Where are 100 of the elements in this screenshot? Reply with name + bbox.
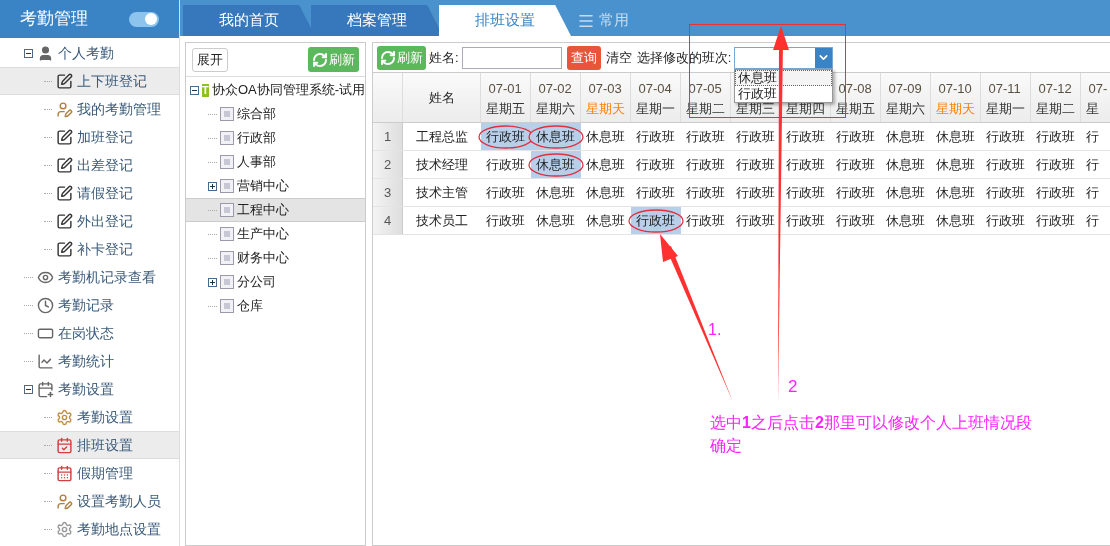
menu-item[interactable]: 考勤记录 (0, 291, 179, 319)
table-cell[interactable]: 行政班 (481, 207, 531, 234)
table-cell[interactable]: 行政班 (781, 123, 831, 150)
table-cell[interactable]: 休息班 (581, 179, 631, 206)
tree-item[interactable]: 营销中心 (186, 174, 365, 198)
search-button[interactable]: 查询 (566, 45, 601, 70)
table-cell[interactable]: 行政班 (481, 179, 531, 206)
collapse-toggle[interactable] (24, 48, 33, 58)
weekday-header: 星期六 (535, 101, 575, 116)
table-cell[interactable]: 行政班 (631, 151, 681, 178)
menu-item[interactable]: 在岗状态 (0, 319, 179, 347)
table-cell[interactable]: 休息班 (531, 207, 581, 234)
menu-item[interactable]: 考勤统计 (0, 347, 179, 375)
toggle-switch[interactable] (129, 11, 159, 27)
menu-item[interactable]: 请假登记 (0, 179, 179, 207)
table-cell[interactable]: 行政班 (1031, 123, 1081, 150)
table-cell[interactable]: 行政班 (981, 151, 1031, 178)
table-cell[interactable]: 行政班 (781, 207, 831, 234)
clear-link[interactable]: 清空 (605, 47, 632, 68)
table-cell[interactable]: 休息班 (881, 151, 931, 178)
table-cell[interactable]: 休息班 (581, 207, 631, 234)
table-cell[interactable]: 行 (1081, 123, 1110, 150)
table-cell[interactable]: 行政班 (1031, 151, 1081, 178)
table-cell[interactable]: 行政班 (781, 151, 831, 178)
weekday-header: 星期天 (585, 101, 625, 116)
table-cell[interactable]: 行 (1081, 179, 1110, 206)
menu-item[interactable]: 考勤机记录查看 (0, 263, 179, 291)
tree-item[interactable]: 综合部 (186, 102, 365, 126)
table-cell[interactable]: 行 (1081, 151, 1110, 178)
table-cell[interactable]: 行政班 (731, 151, 781, 178)
table-cell[interactable]: 行政班 (731, 179, 781, 206)
table-cell[interactable]: 行政班 (631, 123, 681, 150)
table-cell[interactable]: 行政班 (831, 179, 881, 206)
collapse-toggle[interactable] (190, 85, 199, 95)
table-cell[interactable]: 行政班 (1031, 207, 1081, 234)
menu-item[interactable]: 个人考勤 (0, 39, 179, 67)
table-cell[interactable]: 行政班 (681, 179, 731, 206)
table-cell[interactable]: 休息班 (581, 123, 631, 150)
tree-item[interactable]: 仓库 (186, 294, 365, 318)
table-cell[interactable]: 行政班 (981, 179, 1031, 206)
table-cell[interactable]: 行政班 (681, 207, 731, 234)
menu-item[interactable]: 上下班登记 (0, 67, 179, 95)
table-cell[interactable]: 行政班 (831, 123, 881, 150)
table-cell[interactable]: 行政班 (681, 151, 731, 178)
row-number: 4 (373, 207, 403, 234)
tree-item[interactable]: 生产中心 (186, 222, 365, 246)
menu-item[interactable]: 我的考勤管理 (0, 95, 179, 123)
table-cell[interactable]: 休息班 (531, 179, 581, 206)
table-cell[interactable]: 行政班 (831, 151, 881, 178)
collapse-toggle[interactable] (24, 384, 33, 394)
table-cell[interactable]: 行政班 (481, 151, 531, 178)
table-cell[interactable]: 休息班 (931, 123, 981, 150)
weekday-header: 星期四 (785, 101, 825, 116)
table-cell[interactable]: 行政班 (731, 207, 781, 234)
table-cell[interactable]: 行政班 (981, 207, 1031, 234)
menu-item[interactable]: 出差登记 (0, 151, 179, 179)
menu-item[interactable]: 补卡登记 (0, 235, 179, 263)
table-cell[interactable]: 休息班 (931, 179, 981, 206)
menu-item[interactable]: 外出登记 (0, 207, 179, 235)
dropdown-option[interactable]: 行政班 (735, 85, 833, 102)
expand-toggle[interactable] (208, 277, 217, 287)
tree-item[interactable]: 工程中心 (186, 198, 365, 222)
name-field[interactable] (461, 46, 562, 69)
expand-toggle[interactable] (208, 181, 217, 191)
tree-item[interactable]: 分公司 (186, 270, 365, 294)
menu-item[interactable]: 考勤设置 (0, 403, 179, 431)
user-pencil-icon (56, 492, 73, 510)
table-cell[interactable]: 行政班 (831, 207, 881, 234)
table-cell[interactable]: 行政班 (681, 123, 731, 150)
table-cell[interactable]: 行政班 (631, 179, 681, 206)
table-cell[interactable]: 行政班 (781, 179, 831, 206)
table-cell[interactable]: 休息班 (931, 151, 981, 178)
weekday-header: 星期三 (735, 101, 775, 116)
menu-item[interactable]: 考勤设置 (0, 375, 179, 403)
menu-item[interactable]: 考勤地点设置 (0, 515, 179, 543)
menu-item[interactable]: 设置考勤人员 (0, 487, 179, 515)
table-cell[interactable]: 行政班 (481, 123, 531, 150)
table-cell[interactable]: 行政班 (731, 123, 781, 150)
menu-item[interactable]: 加班登记 (0, 123, 179, 151)
table-cell[interactable]: 休息班 (881, 207, 931, 234)
table-cell[interactable]: 休息班 (881, 123, 931, 150)
table-cell[interactable]: 休息班 (531, 151, 581, 178)
table-cell[interactable]: 行 (1081, 207, 1110, 234)
table-cell[interactable]: 休息班 (931, 207, 981, 234)
dropdown-option[interactable]: 休息班 (735, 69, 833, 86)
table-cell[interactable]: 行政班 (1031, 179, 1081, 206)
expand-button[interactable]: 展开 (192, 47, 228, 72)
table-cell[interactable]: 休息班 (881, 179, 931, 206)
table-cell-text: 技术员工 (415, 211, 469, 230)
table-cell[interactable]: 休息班 (531, 123, 581, 150)
tree-item[interactable]: 财务中心 (186, 246, 365, 270)
menu-item[interactable]: 假期管理 (0, 459, 179, 487)
tree-item[interactable]: 协众OA协同管理系统-试用 (211, 80, 365, 100)
table-cell[interactable]: 行政班 (981, 123, 1031, 150)
table-cell[interactable]: 休息班 (581, 151, 631, 178)
menu-item[interactable]: 排班设置 (0, 431, 179, 459)
tree-item[interactable]: 行政部 (186, 126, 365, 150)
table-cell[interactable]: 行政班 (631, 207, 681, 234)
tab[interactable]: 排班设置 (439, 5, 571, 36)
tree-item[interactable]: 人事部 (186, 150, 365, 174)
